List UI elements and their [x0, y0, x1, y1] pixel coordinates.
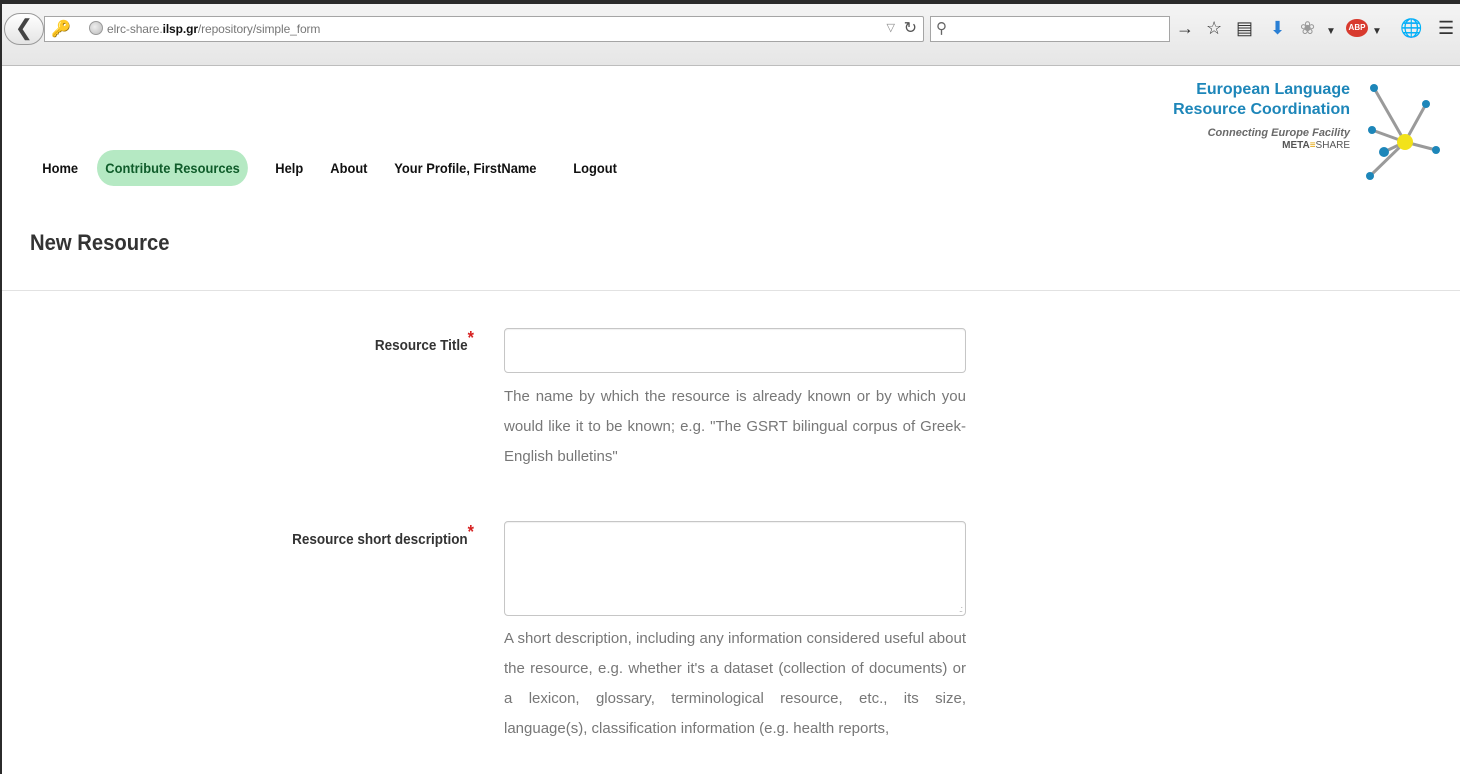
logo-line-4: META≡SHARE	[1282, 140, 1350, 151]
search-icon: ⚲	[936, 20, 947, 37]
nav-help[interactable]: Help	[267, 150, 311, 186]
url-text: elrc-share.ilsp.gr/repository/simple_for…	[107, 22, 321, 36]
url-bar[interactable]: 🔑 elrc-share.ilsp.gr/repository/simple_f…	[44, 16, 924, 42]
adblock-icon[interactable]: ABP	[1346, 19, 1368, 37]
nav-contribute-resources[interactable]: Contribute Resources	[96, 150, 249, 186]
resource-description-label: Resource short description*	[292, 522, 474, 548]
resize-grip-icon[interactable]: .:	[959, 604, 963, 614]
back-icon[interactable]: ❮	[4, 13, 44, 45]
adblock-dropdown-icon[interactable]: ▼	[1372, 22, 1382, 42]
download-icon[interactable]: ⬇	[1270, 18, 1285, 38]
logo-line-1: European Language	[1196, 81, 1350, 98]
page-title: New Resource	[30, 230, 170, 255]
globe-icon[interactable]	[89, 21, 103, 35]
nav-home[interactable]: Home	[34, 150, 86, 186]
nav-about[interactable]: About	[322, 150, 376, 186]
search-bar[interactable]: ⚲	[930, 16, 1170, 42]
reload-icon[interactable]: ↻	[904, 18, 917, 38]
nav-profile[interactable]: Your Profile, FirstName	[386, 150, 545, 186]
page-heading-band: New Resource	[2, 198, 1460, 291]
url-dropdown-icon[interactable]: ▽	[887, 21, 895, 34]
required-mark: *	[467, 328, 474, 348]
resource-title-input[interactable]	[504, 328, 966, 373]
reading-list-icon[interactable]: ▤	[1236, 18, 1253, 38]
browser-toolbar: ❮ 🔑 elrc-share.ilsp.gr/repository/simple…	[0, 0, 1460, 66]
globe-addon-icon[interactable]: 🌐	[1400, 18, 1422, 38]
resource-title-help: The name by which the resource is alread…	[504, 388, 966, 465]
addon-icon[interactable]: ❀	[1300, 18, 1315, 38]
resource-title-label: Resource Title*	[374, 328, 474, 354]
resource-description-help: A short description, including any infor…	[504, 630, 966, 737]
logo-line-2: Resource Coordination	[1173, 101, 1350, 118]
logo-network-icon	[1366, 84, 1440, 180]
key-icon[interactable]: 🔑	[51, 19, 71, 39]
main-nav: Home Contribute Resources Help About You…	[34, 148, 636, 188]
site-logo[interactable]: European Language Resource Coordination …	[1173, 80, 1350, 152]
menu-icon[interactable]: ☰	[1438, 18, 1454, 38]
resource-description-textarea[interactable]: .:	[504, 521, 966, 616]
logo-line-3: Connecting Europe Facility	[1207, 127, 1350, 139]
addon-dropdown-icon[interactable]: ▼	[1326, 22, 1336, 42]
bookmark-star-icon[interactable]: ☆	[1206, 18, 1222, 38]
required-mark: *	[467, 522, 474, 542]
window-edge	[0, 0, 2, 774]
forward-arrow-icon[interactable]: →	[1176, 18, 1194, 38]
site-header: Home Contribute Resources Help About You…	[2, 66, 1460, 198]
nav-logout[interactable]: Logout	[565, 150, 625, 186]
